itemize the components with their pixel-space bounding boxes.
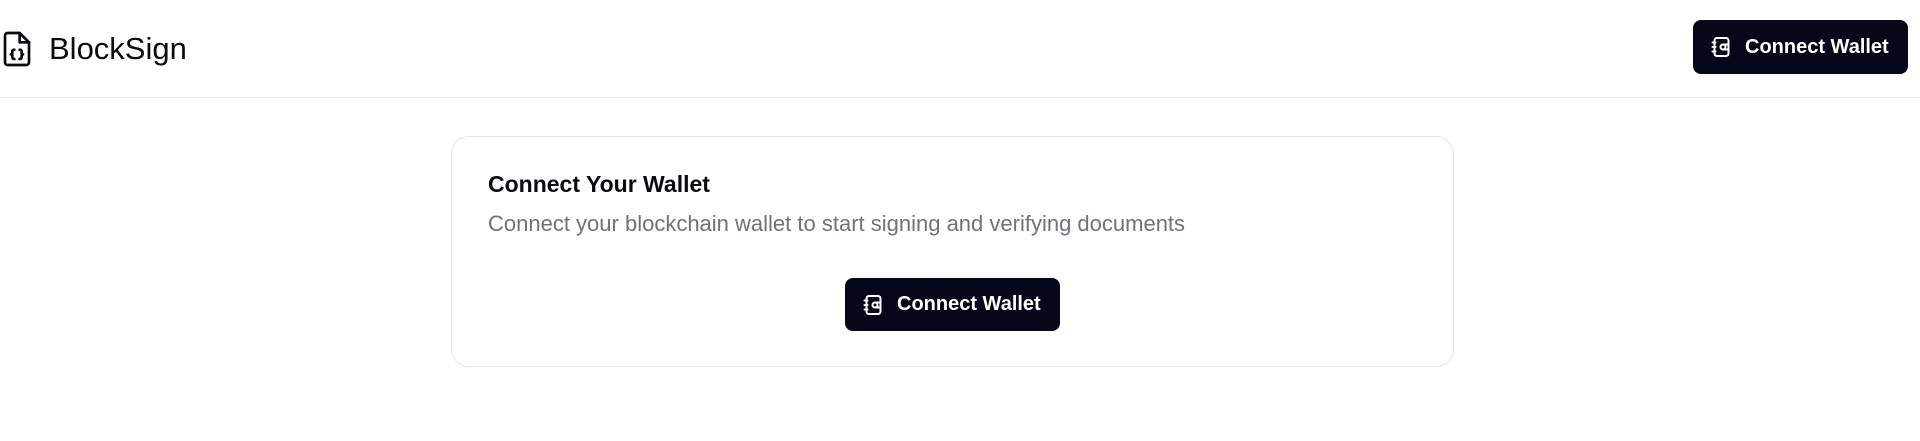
- card-description: Connect your blockchain wallet to start …: [488, 211, 1186, 236]
- card-connect-wallet-button[interactable]: Connect Wallet: [845, 278, 1060, 331]
- wallet-icon: [1711, 36, 1731, 58]
- connect-wallet-card: Connect Your Wallet Connect your blockch…: [451, 136, 1454, 367]
- file-code-icon: [0, 29, 34, 69]
- header-connect-wallet-label: Connect Wallet: [1745, 35, 1889, 58]
- top-header: BlockSign Connect Wallet: [0, 0, 1920, 98]
- card-title: Connect Your Wallet: [488, 171, 710, 197]
- card-connect-wallet-label: Connect Wallet: [897, 293, 1041, 315]
- wallet-icon: [863, 294, 883, 316]
- brand-name: BlockSign: [49, 31, 187, 66]
- brand[interactable]: BlockSign: [0, 26, 187, 72]
- header-connect-wallet-button[interactable]: Connect Wallet: [1693, 20, 1908, 74]
